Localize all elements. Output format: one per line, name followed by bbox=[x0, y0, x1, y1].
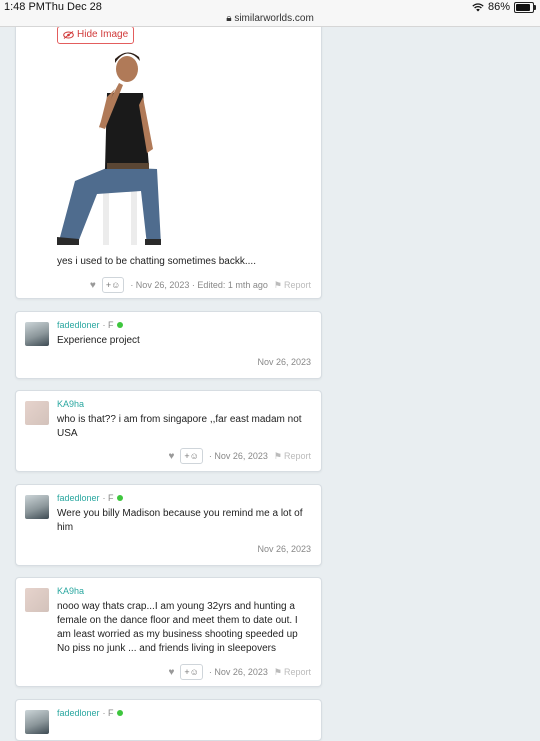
report-label: Report bbox=[283, 451, 311, 461]
username-link[interactable]: fadedloner bbox=[57, 493, 100, 503]
comment-date: Nov 26, 2023 bbox=[257, 544, 311, 554]
gender-label: · F bbox=[102, 708, 114, 718]
url-text: similarworlds.com bbox=[234, 13, 314, 24]
comment-card: KA9ha nooo way thats crap...I am young 3… bbox=[15, 577, 322, 687]
heart-icon[interactable]: ♥ bbox=[90, 280, 96, 291]
eye-slash-icon bbox=[63, 31, 74, 39]
comment-card: fadedloner · F bbox=[15, 699, 322, 741]
comment-date: · Nov 26, 2023 bbox=[208, 451, 268, 461]
comment-text: Experience project bbox=[57, 335, 140, 346]
username-link[interactable]: fadedloner bbox=[57, 708, 100, 718]
comment-date: · Nov 26, 2023 bbox=[208, 667, 268, 677]
avatar[interactable] bbox=[25, 322, 49, 346]
comment-date: Nov 26, 2023 bbox=[257, 357, 311, 367]
report-button[interactable]: ⚑ Report bbox=[274, 280, 311, 291]
report-label: Report bbox=[283, 280, 311, 290]
online-status-dot bbox=[116, 495, 123, 501]
gender-label: · F bbox=[102, 493, 114, 503]
status-bar: 1:48 PM Thu Dec 28 🔒︎ similarworlds.com … bbox=[0, 0, 540, 27]
comment-text: who is that?? i am from singapore ,,far … bbox=[57, 414, 302, 439]
comment-card: fadedloner · F Were you billy Madison be… bbox=[15, 484, 322, 566]
add-reaction-button[interactable]: +☺ bbox=[180, 664, 203, 680]
lock-icon: 🔒︎ bbox=[226, 13, 232, 24]
address-bar[interactable]: 🔒︎ similarworlds.com bbox=[0, 13, 540, 24]
avatar[interactable] bbox=[25, 588, 49, 612]
flag-icon: ⚑ bbox=[273, 450, 282, 461]
gender-label: · F bbox=[102, 320, 114, 330]
date: Thu Dec 28 bbox=[45, 1, 102, 13]
online-status-dot bbox=[116, 322, 123, 328]
report-button[interactable]: ⚑ Report bbox=[274, 451, 311, 462]
post-image[interactable] bbox=[57, 49, 161, 245]
add-reaction-button[interactable]: +☺ bbox=[180, 448, 203, 464]
wifi-icon bbox=[472, 2, 484, 11]
battery-percent: 86% bbox=[487, 1, 510, 13]
heart-icon[interactable]: ♥ bbox=[168, 451, 174, 462]
report-button[interactable]: ⚑ Report bbox=[274, 667, 311, 678]
report-label: Report bbox=[283, 667, 311, 677]
hide-image-label: Hide Image bbox=[77, 29, 129, 40]
comment-text: Were you billy Madison because you remin… bbox=[57, 508, 303, 533]
clock: 1:48 PM bbox=[4, 1, 45, 13]
username-link[interactable]: KA9ha bbox=[57, 399, 84, 409]
flag-icon: ⚑ bbox=[273, 666, 282, 677]
online-status-dot bbox=[116, 710, 123, 716]
comment-card: fadedloner · F Experience project Nov 26… bbox=[15, 311, 322, 379]
comment-card: KA9ha who is that?? i am from singapore … bbox=[15, 390, 322, 472]
flag-icon: ⚑ bbox=[273, 279, 282, 290]
avatar[interactable] bbox=[25, 495, 49, 519]
username-link[interactable]: fadedloner bbox=[57, 320, 100, 330]
comment-text: nooo way thats crap...I am young 32yrs a… bbox=[57, 601, 298, 654]
post-card: Hide Image yes i used to be chatting som… bbox=[15, 13, 322, 299]
username-link[interactable]: KA9ha bbox=[57, 586, 84, 596]
hide-image-button[interactable]: Hide Image bbox=[57, 26, 135, 44]
add-reaction-button[interactable]: +☺ bbox=[101, 277, 125, 293]
battery-icon bbox=[514, 1, 536, 13]
heart-icon[interactable]: ♥ bbox=[168, 667, 174, 678]
post-text: yes i used to be chatting sometimes back… bbox=[57, 256, 256, 267]
post-meta: · Nov 26, 2023 · Edited: 1 mth ago bbox=[130, 280, 268, 290]
avatar[interactable] bbox=[25, 710, 49, 734]
avatar[interactable] bbox=[25, 401, 49, 425]
